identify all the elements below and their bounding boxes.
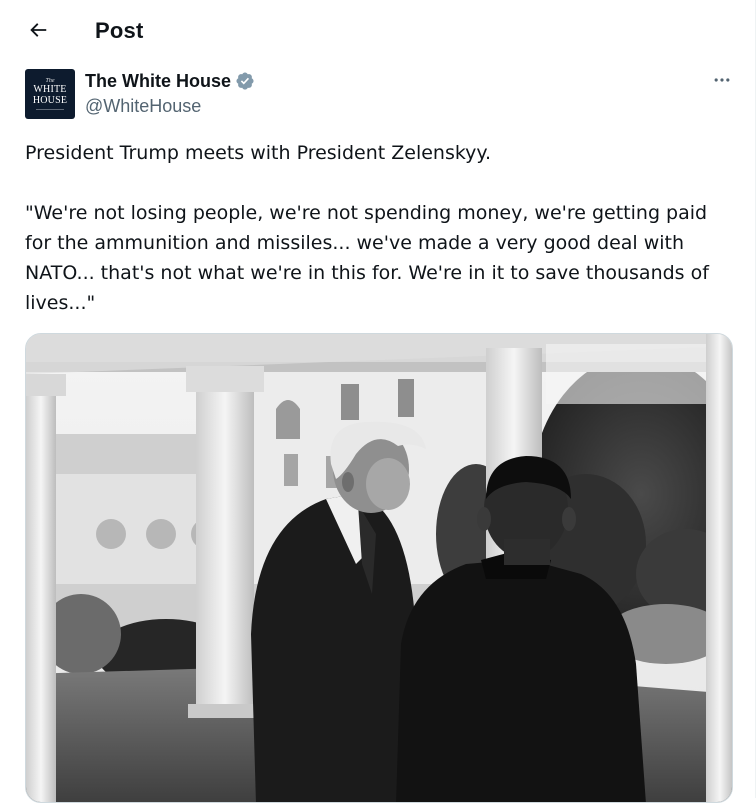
page-title: Post xyxy=(95,18,144,43)
author-handle[interactable]: @WhiteHouse xyxy=(85,95,201,117)
avatar-text-line2: HOUSE xyxy=(32,95,68,106)
black-and-white-photo xyxy=(26,334,732,802)
avatar[interactable]: The WHITE HOUSE xyxy=(25,69,75,119)
avatar-rule xyxy=(36,109,64,110)
author-display-name[interactable]: The White House xyxy=(85,70,255,92)
avatar-text-line1: WHITE xyxy=(33,84,67,95)
more-options-icon xyxy=(712,70,732,95)
verified-badge-icon[interactable] xyxy=(235,71,255,91)
post-header: Post xyxy=(0,0,755,62)
tweet-quote: "We're not losing people, we're not spen… xyxy=(25,202,709,314)
back-button[interactable] xyxy=(20,14,56,50)
tweet-photo[interactable] xyxy=(25,333,733,803)
more-options-button[interactable] xyxy=(706,68,738,96)
tweet-line-1: President Trump meets with President Zel… xyxy=(25,142,491,164)
avatar-text-small: The xyxy=(45,78,55,84)
tweet-text: President Trump meets with President Zel… xyxy=(25,138,733,318)
display-name-text: The White House xyxy=(85,71,232,91)
back-arrow-icon xyxy=(27,19,49,46)
